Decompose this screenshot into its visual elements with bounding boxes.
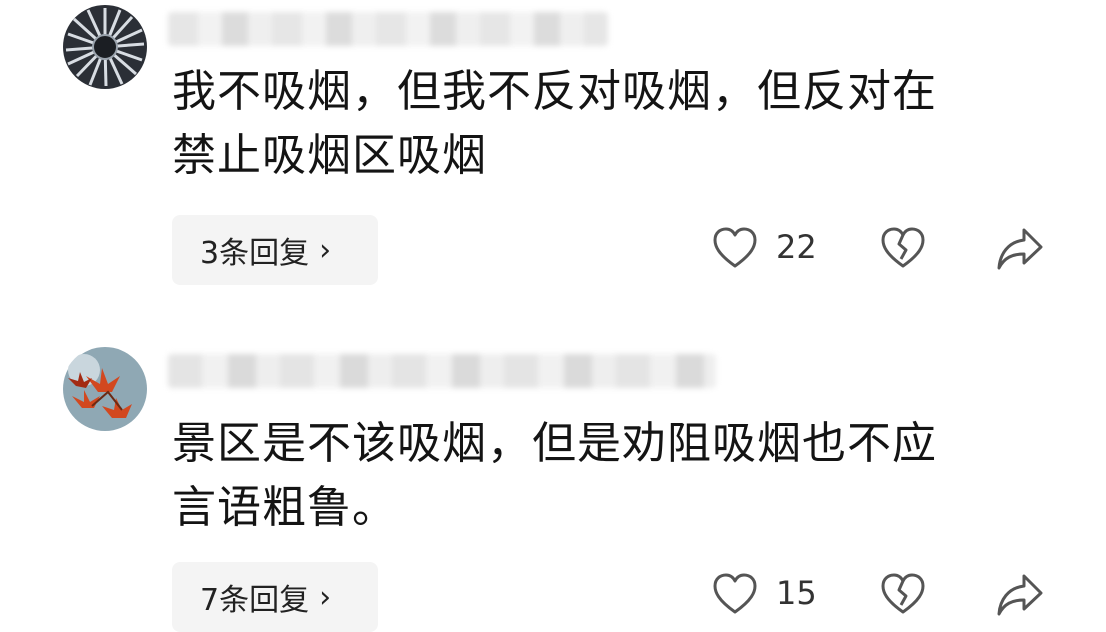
comment-actions: 22: [712, 226, 1052, 276]
chevron-right-icon: ›: [319, 232, 332, 268]
view-replies-button[interactable]: 7条回复 ›: [172, 562, 378, 632]
comment-text-line: 禁止吸烟区吸烟: [172, 130, 487, 181]
comment-item: 景区是不该吸烟，但是劝阻吸烟也不应 言语粗鲁。 7条回复 › 15: [0, 340, 1106, 632]
comment-text-line: 我不吸烟，但我不反对吸烟，但反对在: [172, 66, 937, 117]
like-count: 15: [776, 574, 817, 612]
comment-text-line: 言语粗鲁。: [172, 482, 397, 533]
username-blurred: [168, 12, 608, 46]
share-arrow-icon[interactable]: [996, 226, 1044, 272]
username-blurred: [168, 354, 716, 388]
view-replies-button[interactable]: 3条回复 ›: [172, 215, 378, 285]
avatar[interactable]: [62, 4, 148, 90]
broken-heart-icon[interactable]: [880, 572, 926, 618]
comment-actions: 15: [712, 572, 1052, 622]
heart-icon[interactable]: [712, 226, 758, 272]
broken-heart-icon[interactable]: [880, 226, 926, 272]
share-arrow-icon[interactable]: [996, 572, 1044, 618]
avatar[interactable]: [62, 346, 148, 432]
replies-label: 7条回复: [200, 583, 310, 618]
comment-text-line: 景区是不该吸烟，但是劝阻吸烟也不应: [172, 418, 937, 469]
comment-item: 我不吸烟，但我不反对吸烟，但反对在 禁止吸烟区吸烟 3条回复 › 22: [0, 0, 1106, 300]
chevron-right-icon: ›: [319, 579, 332, 615]
comment-text: 景区是不该吸烟，但是劝阻吸烟也不应 言语粗鲁。: [172, 412, 1032, 540]
comment-text: 我不吸烟，但我不反对吸烟，但反对在 禁止吸烟区吸烟: [172, 60, 1032, 188]
heart-icon[interactable]: [712, 572, 758, 618]
like-count: 22: [776, 228, 817, 266]
replies-label: 3条回复: [200, 236, 310, 271]
